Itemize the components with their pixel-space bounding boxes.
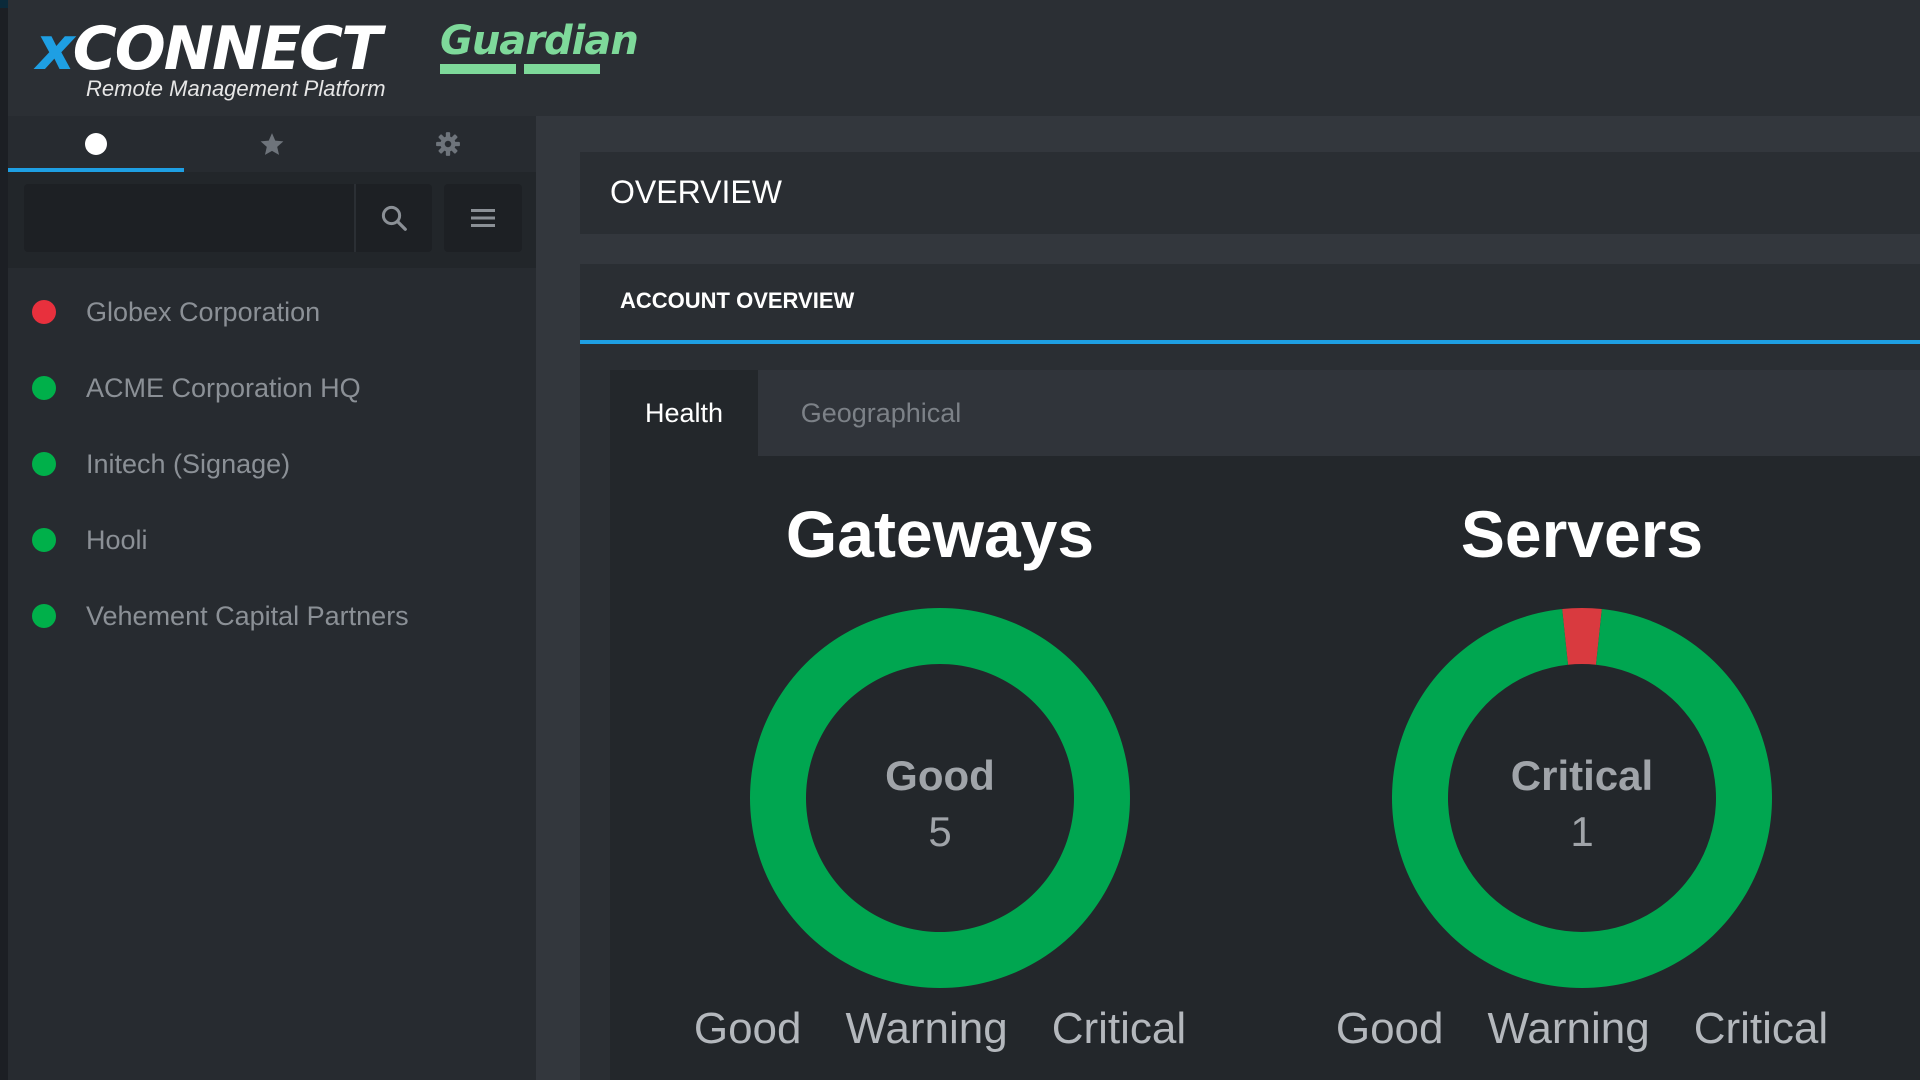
star-icon [260, 133, 284, 155]
product-logo: Guardian [440, 18, 639, 64]
account-item-acme[interactable]: ACME Corporation HQ [8, 350, 536, 426]
sidebar: Globex Corporation ACME Corporation HQ I… [8, 116, 536, 1080]
sidebar-tab-settings[interactable] [360, 116, 536, 172]
sidebar-tab-accounts[interactable] [8, 116, 184, 172]
status-dot-icon [32, 604, 56, 628]
brand-tagline: Remote Management Platform [86, 76, 386, 101]
account-name: Hooli [86, 524, 148, 555]
donut-center-label: Good [885, 752, 995, 799]
search-button[interactable] [354, 184, 432, 252]
health-tab-content: Gateways Good 5 Good Warning Critical Se… [610, 456, 1920, 1080]
overview-header: OVERVIEW [580, 152, 1920, 234]
tab-health[interactable]: Health [610, 370, 758, 456]
menu-button[interactable] [444, 184, 522, 252]
account-name: Vehement Capital Partners [86, 600, 409, 631]
sidebar-tab-favorites[interactable] [184, 116, 360, 172]
account-item-initech[interactable]: Initech (Signage) [8, 426, 536, 502]
gear-icon [436, 132, 460, 156]
gateways-chart: Gateways Good 5 Good Warning Critical [640, 456, 1240, 1080]
account-name: Globex Corporation [86, 296, 321, 327]
main-content: OVERVIEW ACCOUNT OVERVIEW Health Geograp… [536, 116, 1920, 1080]
logo-bar: xCONNECT Guardian Remote Management Plat… [8, 0, 1920, 116]
account-name: Initech (Signage) [86, 448, 291, 479]
donut-center-value: 1 [1570, 808, 1594, 855]
status-dot-icon [32, 452, 56, 476]
circle-icon [85, 133, 107, 155]
legend-item-good[interactable]: Good [1336, 1004, 1444, 1054]
sidebar-search-row [8, 172, 536, 268]
donut-center-label: Critical [1510, 752, 1654, 799]
tab-strip: Health Geographical [610, 370, 1920, 456]
servers-chart: Servers Critical 1 Good Warning Critical [1282, 456, 1882, 1080]
legend-item-critical[interactable]: Critical [1052, 1004, 1186, 1054]
legend-item-critical[interactable]: Critical [1694, 1004, 1828, 1054]
account-item-hooli[interactable]: Hooli [8, 502, 536, 578]
brand-logo-prefix: x [36, 14, 75, 84]
legend-item-warning[interactable]: Warning [845, 1004, 1007, 1054]
chart-title: Gateways [785, 497, 1095, 571]
chart-title: Servers [1460, 497, 1704, 571]
status-dot-icon [32, 376, 56, 400]
tab-geographical[interactable]: Geographical [758, 370, 1004, 456]
app-window: xCONNECT Guardian Remote Management Plat… [8, 0, 1920, 1080]
status-dot-icon [32, 528, 56, 552]
legend-item-warning[interactable]: Warning [1487, 1004, 1649, 1054]
hamburger-icon [471, 209, 495, 227]
product-logo-stripes [440, 64, 600, 74]
sidebar-tabs [8, 116, 536, 172]
chart-legend: Good Warning Critical [640, 1004, 1240, 1054]
legend-item-good[interactable]: Good [694, 1004, 802, 1054]
account-list: Globex Corporation ACME Corporation HQ I… [8, 274, 536, 654]
account-overview-panel: ACCOUNT OVERVIEW Health Geographical Gat… [580, 264, 1920, 1080]
search-icon [381, 205, 407, 231]
account-name: ACME Corporation HQ [86, 372, 361, 403]
brand-logo: xCONNECT [36, 14, 382, 84]
page-title: OVERVIEW [610, 174, 782, 210]
panel-header: ACCOUNT OVERVIEW [580, 264, 1920, 344]
chart-legend: Good Warning Critical [1282, 1004, 1882, 1054]
donut-slice-critical[interactable] [1562, 608, 1602, 665]
account-item-globex[interactable]: Globex Corporation [8, 274, 536, 350]
brand-logo-main: CONNECT [72, 14, 382, 84]
panel-title: ACCOUNT OVERVIEW [620, 288, 855, 313]
donut-center-value: 5 [928, 808, 952, 855]
search-input[interactable] [24, 184, 354, 252]
account-item-vehement[interactable]: Vehement Capital Partners [8, 578, 536, 654]
status-dot-icon [32, 300, 56, 324]
